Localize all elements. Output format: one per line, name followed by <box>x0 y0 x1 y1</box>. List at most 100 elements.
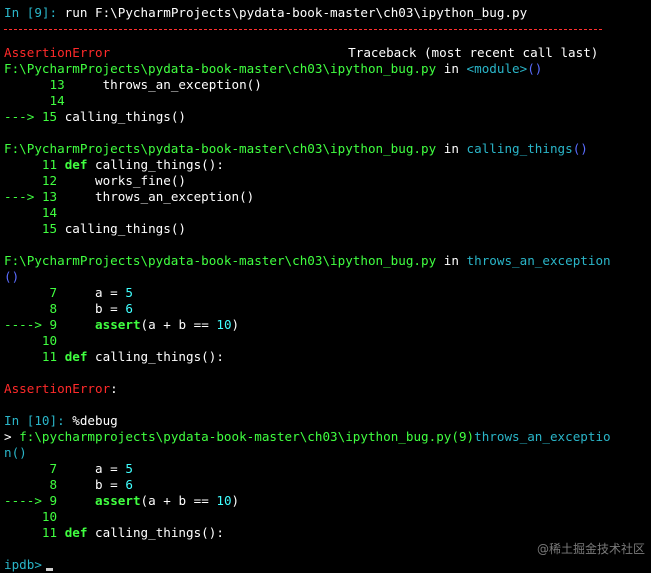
ipdb-input-line[interactable]: ipdb> <box>4 557 651 573</box>
debug-code-line: 11 def calling_things(): <box>4 525 651 541</box>
code-text: calling_things() <box>64 109 187 124</box>
line-number: 13 <box>49 77 65 92</box>
keyword: assert <box>95 493 141 508</box>
debug-func: throws_an_exceptio <box>474 429 611 444</box>
code-text: calling_things(): <box>95 349 224 364</box>
line-number: 11 <box>41 525 58 540</box>
frame2-func: calling_things <box>466 141 573 156</box>
keyword: def <box>64 349 88 364</box>
frame3-location: F:\PycharmProjects\pydata-book-master\ch… <box>4 253 651 269</box>
frame2-code-line: 12 works_fine() <box>4 173 651 189</box>
number-literal: 6 <box>125 301 133 316</box>
error-name: AssertionError <box>4 45 111 60</box>
terminal-window[interactable]: In [9]: run F:\PycharmProjects\pydata-bo… <box>0 0 651 572</box>
frame1-location: F:\PycharmProjects\pydata-book-master\ch… <box>4 61 651 77</box>
line-number: 10 <box>41 509 58 524</box>
code-text: ) <box>231 317 240 332</box>
frame2-code-line: 11 def calling_things(): <box>4 157 651 173</box>
in10-command: %debug <box>72 413 118 428</box>
debug-code-line-current: ----> 9 assert(a + b == 10) <box>4 493 651 509</box>
code-text: calling_things() <box>64 221 187 236</box>
line-number: 15 <box>41 221 58 236</box>
frame2-file: F:\PycharmProjects\pydata-book-master\ch… <box>4 141 437 156</box>
current-line-arrow: ----> <box>4 317 42 332</box>
frame2-paren: () <box>572 141 588 156</box>
line-number: 11 <box>41 157 58 172</box>
code-text: a = <box>95 285 126 300</box>
code-text: calling_things(): <box>95 525 224 540</box>
frame3-code-line: 8 b = 6 <box>4 301 651 317</box>
final-error: AssertionError <box>4 381 111 396</box>
frame1-func: <module> <box>466 61 528 76</box>
keyword: def <box>64 525 88 540</box>
number-literal: 10 <box>216 317 232 332</box>
frame2-in: in <box>443 141 459 156</box>
frame1-in: in <box>443 61 459 76</box>
line-number: 7 <box>49 285 58 300</box>
number-literal: 10 <box>216 493 232 508</box>
debug-func-wrap: n() <box>4 445 27 460</box>
final-error-line: AssertionError: <box>4 381 651 397</box>
in10-line: In [10]: %debug <box>4 413 651 429</box>
line-number: 9 <box>49 317 58 332</box>
keyword: def <box>64 157 88 172</box>
debug-location-wrap: n() <box>4 445 651 461</box>
number-literal: 6 <box>125 477 133 492</box>
frame1-paren: () <box>527 61 543 76</box>
text-cursor <box>45 568 53 571</box>
frame3-location-wrap: () <box>4 269 651 285</box>
in9-prompt: In [9]: <box>4 5 58 20</box>
traceback-separator <box>4 29 651 45</box>
line-number: 8 <box>49 301 58 316</box>
debug-code-line: 10 <box>4 509 651 525</box>
code-text: a = <box>95 461 126 476</box>
line-number: 14 <box>49 93 65 108</box>
line-number: 13 <box>41 189 58 204</box>
line-number: 12 <box>41 173 58 188</box>
code-text: throws_an_exception() <box>102 77 262 92</box>
line-number: 8 <box>49 477 58 492</box>
code-text: b = <box>95 301 126 316</box>
frame3-file: F:\PycharmProjects\pydata-book-master\ch… <box>4 253 437 268</box>
debug-code-line: 8 b = 6 <box>4 477 651 493</box>
debug-location-line: > f:\pycharmprojects\pydata-book-master\… <box>4 429 651 445</box>
code-text: works_fine() <box>95 173 187 188</box>
debug-pointer: > <box>4 429 12 444</box>
current-line-arrow: ----> <box>4 493 42 508</box>
keyword: assert <box>95 317 141 332</box>
line-number: 14 <box>41 205 58 220</box>
traceback-header: Traceback (most recent call last) <box>348 45 599 60</box>
code-text: ) <box>231 493 240 508</box>
line-number: 11 <box>41 349 58 364</box>
code-text: (a + b == <box>140 493 217 508</box>
code-text: calling_things(): <box>95 157 224 172</box>
frame3-code-line: 7 a = 5 <box>4 285 651 301</box>
code-text: (a + b == <box>140 317 217 332</box>
frame3-code-line: 11 def calling_things(): <box>4 349 651 365</box>
frame3-code-line-current: ----> 9 assert(a + b == 10) <box>4 317 651 333</box>
frame1-file: F:\PycharmProjects\pydata-book-master\ch… <box>4 61 437 76</box>
frame3-paren: () <box>4 269 20 284</box>
frame3-code-line: 10 <box>4 333 651 349</box>
frame1-code-line: 14 <box>4 93 651 109</box>
line-number: 15 <box>41 109 58 124</box>
frame3-func: throws_an_exception <box>466 253 611 268</box>
in9-command: run F:\PycharmProjects\pydata-book-maste… <box>64 5 528 20</box>
frame3-in: in <box>443 253 459 268</box>
in10-prompt: In [10]: <box>4 413 65 428</box>
line-number: 7 <box>49 461 58 476</box>
current-line-arrow: ---> <box>4 189 35 204</box>
frame1-code-line: 13 throws_an_exception() <box>4 77 651 93</box>
frame2-code-line: 14 <box>4 205 651 221</box>
frame1-code-line-current: ---> 15 calling_things() <box>4 109 651 125</box>
frame2-location: F:\PycharmProjects\pydata-book-master\ch… <box>4 141 651 157</box>
code-text: throws_an_exception() <box>95 189 255 204</box>
number-literal: 5 <box>125 461 133 476</box>
in9-line: In [9]: run F:\PycharmProjects\pydata-bo… <box>4 5 651 21</box>
watermark: @稀土掘金技术社区 <box>536 542 645 556</box>
line-number: 9 <box>49 493 58 508</box>
number-literal: 5 <box>125 285 133 300</box>
debug-code-line: 7 a = 5 <box>4 461 651 477</box>
traceback-header-line: AssertionError Traceback (most recent cal… <box>4 45 651 61</box>
frame2-code-line-current: ---> 13 throws_an_exception() <box>4 189 651 205</box>
